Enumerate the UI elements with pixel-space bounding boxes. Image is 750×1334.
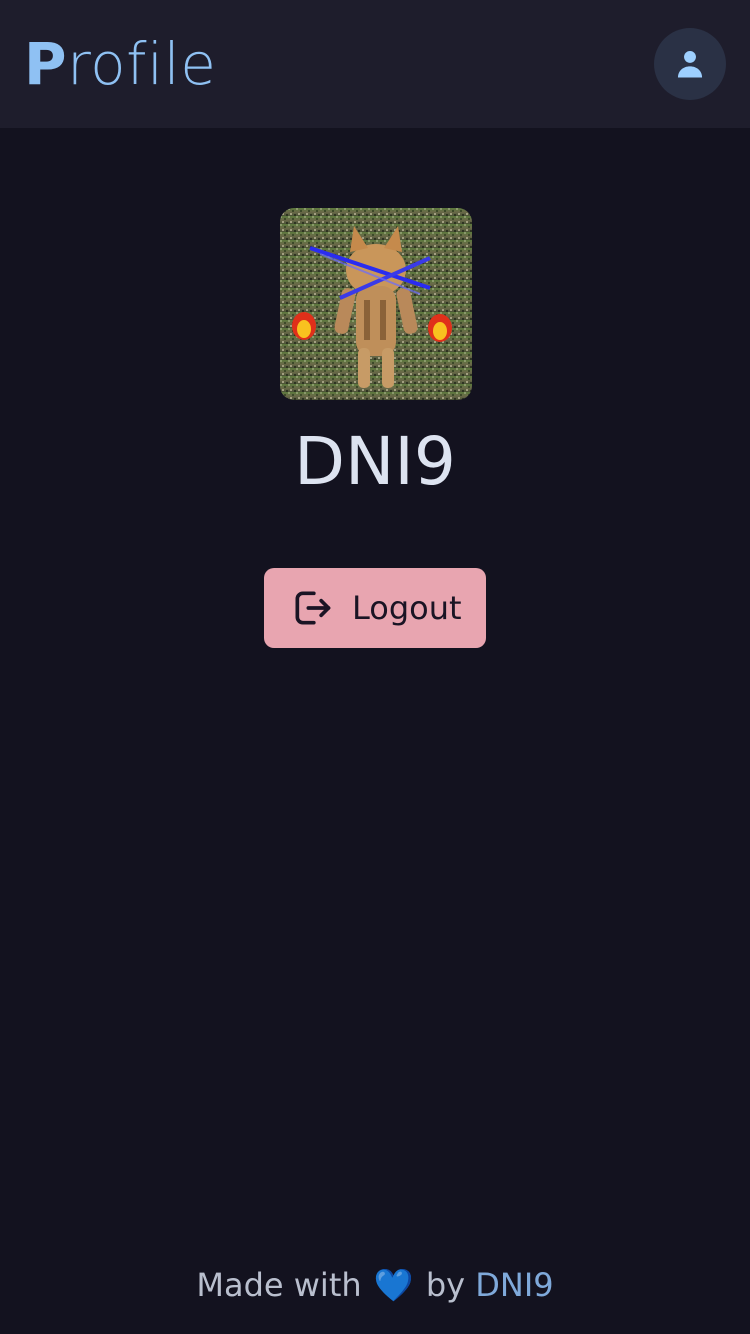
avatar (280, 208, 472, 400)
avatar-image (280, 208, 472, 400)
logout-label: Logout (352, 589, 462, 627)
username: DNI9 (294, 423, 456, 500)
profile-screen: Profile DNI9 Logout Made with 💙 by DNI9 (0, 0, 750, 1334)
footer: Made with 💙 by DNI9 (0, 1262, 750, 1308)
heart-icon: 💙 (373, 1266, 414, 1304)
logout-button[interactable]: Logout (264, 568, 486, 648)
user-icon (673, 47, 707, 81)
footer-author-link[interactable]: DNI9 (475, 1266, 553, 1304)
page-title: Profile (24, 28, 216, 100)
footer-by: by (425, 1266, 466, 1304)
page-title-rest: rofile (67, 30, 217, 98)
user-menu-button[interactable] (654, 28, 726, 100)
logout-icon (290, 586, 334, 630)
app-header: Profile (0, 0, 750, 128)
page-title-initial: P (24, 30, 68, 98)
footer-made-with: Made with (196, 1266, 362, 1304)
